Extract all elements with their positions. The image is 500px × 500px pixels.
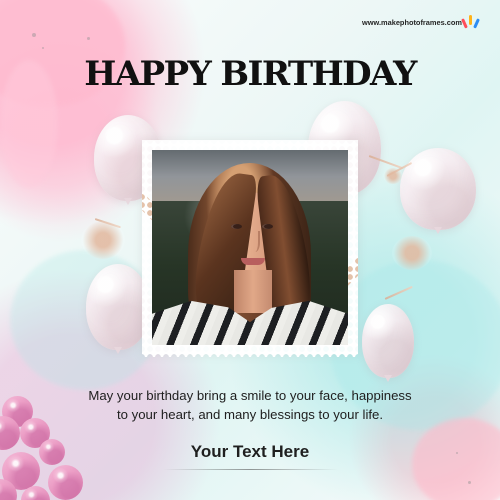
woman-smile <box>241 258 265 265</box>
paint-speck <box>42 47 44 49</box>
woman-neck <box>234 270 272 313</box>
logo-bar-red <box>460 18 468 29</box>
watermark-text: www.makephotoframes.com <box>362 17 462 27</box>
colorful-logo-icon <box>460 15 480 29</box>
pink-watercolor-wash <box>412 418 500 500</box>
white-balloon-icon <box>362 304 414 378</box>
pink-balloon-icon <box>48 465 83 500</box>
gold-sparkle-decoration <box>392 236 432 270</box>
paint-speck <box>468 481 471 484</box>
birthday-message: May your birthday bring a smile to your … <box>88 388 412 422</box>
birthday-title: HAPPY BIRTHDAY <box>84 54 417 94</box>
gold-sparkle-decoration <box>383 168 403 184</box>
custom-text-underline <box>163 469 338 470</box>
paint-speck <box>32 33 36 37</box>
woman-left-eye <box>231 224 242 229</box>
portrait-photo[interactable] <box>152 150 348 345</box>
website-watermark: www.makephotoframes.com <box>362 14 480 30</box>
white-balloon-icon <box>400 148 476 230</box>
custom-text-placeholder[interactable]: Your Text Here <box>176 438 324 466</box>
pink-balloon-icon <box>39 439 65 465</box>
gold-sparkle-decoration <box>81 221 125 259</box>
pink-balloon-cluster <box>0 384 102 500</box>
logo-bar-yellow <box>468 15 472 25</box>
birthday-card: www.makephotoframes.com HAPPY BIRTHDAY M… <box>0 0 500 500</box>
woman-right-eye <box>262 224 273 229</box>
woman-nose <box>249 231 260 252</box>
white-balloon-icon <box>86 264 150 350</box>
logo-bar-blue <box>473 18 480 29</box>
paint-speck <box>456 452 458 454</box>
paint-speck <box>87 37 90 40</box>
